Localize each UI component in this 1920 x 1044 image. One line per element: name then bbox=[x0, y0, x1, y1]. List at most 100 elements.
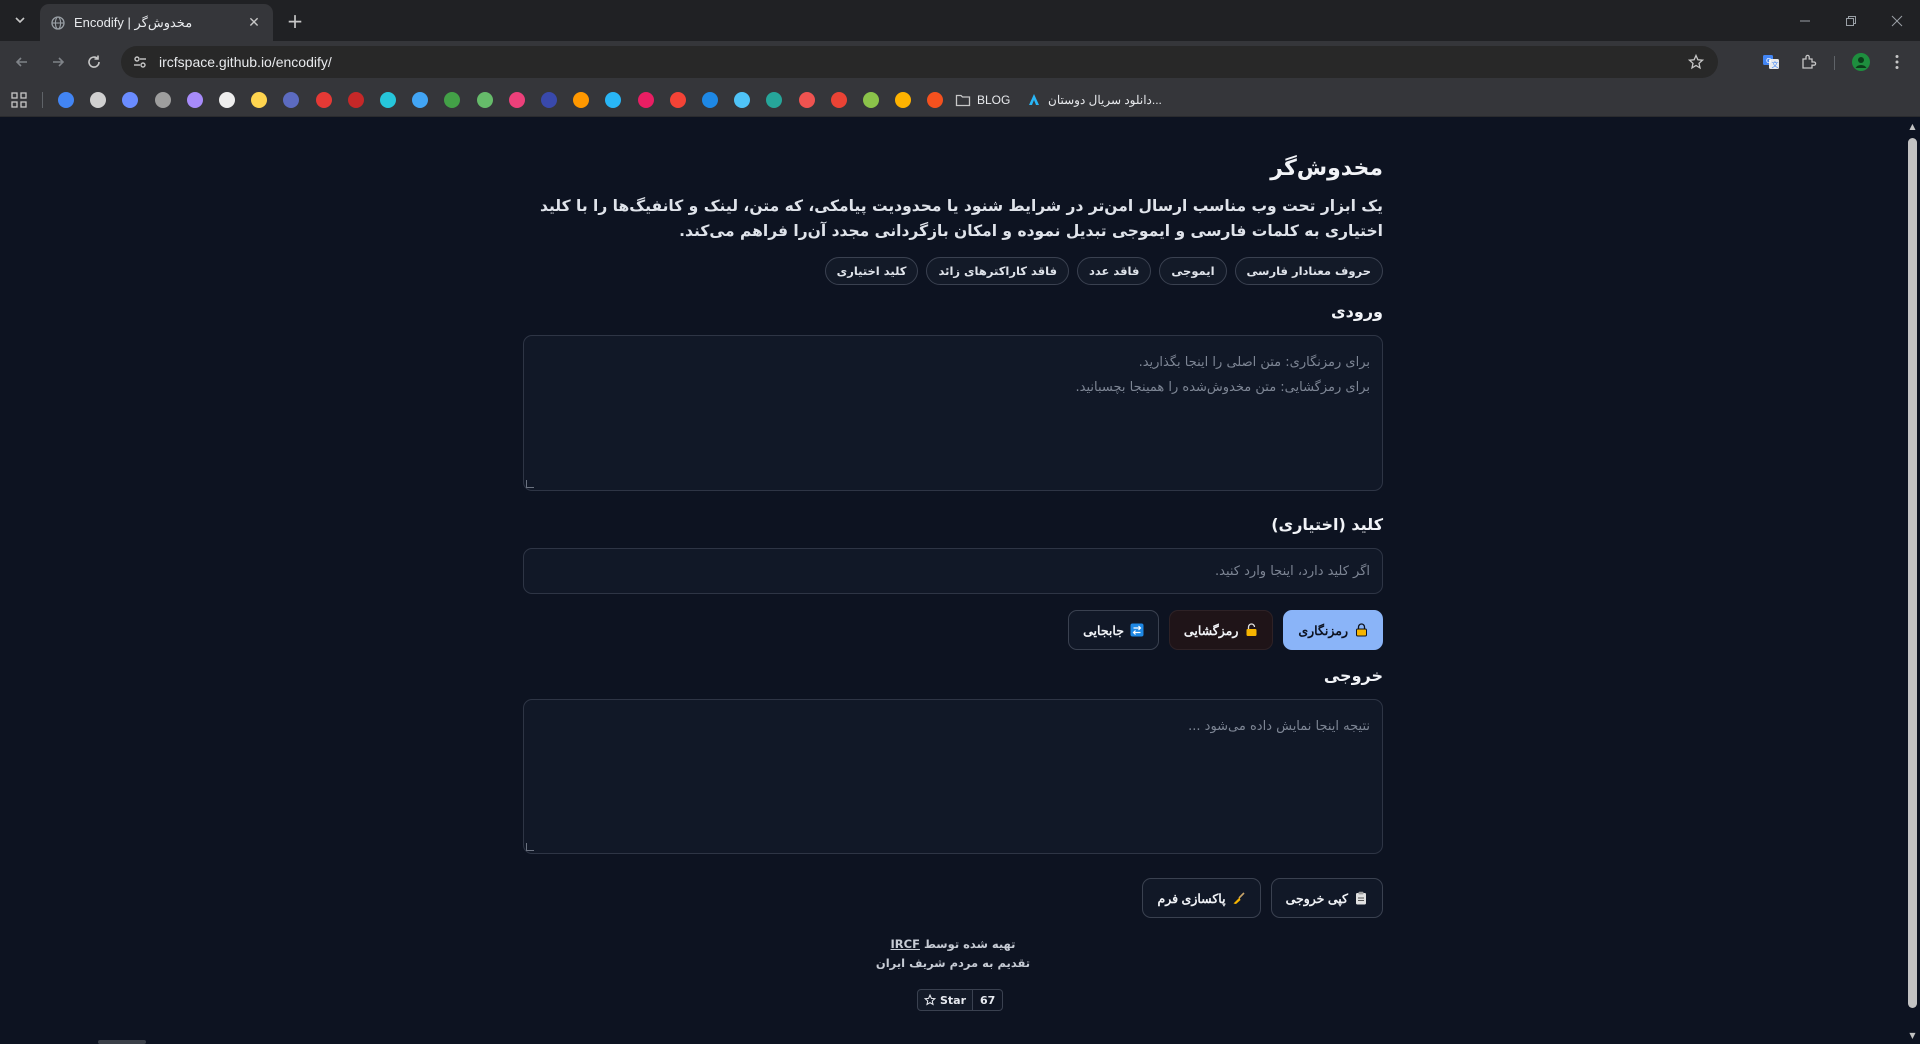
chip-no-extra-chars: فاقد کاراکترهای زائد bbox=[926, 257, 1069, 285]
footer-made-by: تهیه شده توسط bbox=[923, 937, 1016, 951]
github-star-button[interactable]: Star 67 bbox=[917, 989, 1004, 1011]
copy-output-button[interactable]: کپی خروجی bbox=[1270, 878, 1383, 918]
bookmark-site-icon bbox=[1029, 94, 1039, 105]
scrollbar-thumb[interactable] bbox=[1908, 138, 1917, 1008]
clipboard-icon bbox=[1354, 891, 1368, 905]
bookmark-favicon-icon[interactable] bbox=[927, 92, 944, 108]
bookmark-favicon-icon[interactable] bbox=[637, 92, 654, 108]
apps-grid-icon[interactable] bbox=[10, 91, 28, 109]
back-arrow-icon[interactable] bbox=[8, 48, 36, 76]
chip-optional-key: کلید اختیاری bbox=[824, 257, 919, 285]
profile-avatar-icon[interactable] bbox=[1848, 49, 1874, 75]
bookmarks-separator bbox=[42, 92, 43, 108]
input-label: ورودی bbox=[1331, 302, 1383, 321]
bookmark-favicon-icon[interactable] bbox=[766, 92, 783, 108]
bookmark-favicon-icon[interactable] bbox=[734, 92, 751, 108]
horizontal-scrollbar-thumb[interactable] bbox=[98, 1040, 146, 1044]
output-label: خروجی bbox=[1323, 666, 1383, 685]
bookmark-favicon-icon[interactable] bbox=[219, 92, 235, 108]
page-description: یک ابزار تحت وب مناسب ارسال امن‌تر در شر… bbox=[540, 197, 1383, 240]
input-placeholder-line-1: برای رمزنگاری: متن اصلی را اینجا بگذارید… bbox=[1138, 355, 1370, 370]
input-textarea[interactable]: برای رمزنگاری: متن اصلی را اینجا بگذارید… bbox=[523, 335, 1383, 491]
bookmark-link-series[interactable]: دانلود سریال دوستان... bbox=[1026, 90, 1162, 110]
github-star-count[interactable]: 67 bbox=[973, 989, 1004, 1011]
decrypt-label: رمزگشایی bbox=[1183, 623, 1239, 638]
bookmark-folder-blog[interactable]: BLOG bbox=[955, 90, 1010, 110]
footer-author-link[interactable]: IRCF bbox=[891, 937, 920, 951]
globe-icon bbox=[50, 15, 66, 31]
scroll-up-arrow-icon[interactable]: ▲ bbox=[1908, 122, 1917, 131]
bookmark-favicon-icon[interactable] bbox=[251, 92, 268, 108]
swap-arrows-icon bbox=[1130, 623, 1144, 637]
bookmark-link-label: دانلود سریال دوستان... bbox=[1048, 93, 1162, 107]
google-translate-icon[interactable]: G文 bbox=[1758, 49, 1784, 75]
chip-persian-letters: حروف معنادار فارسی bbox=[1234, 257, 1383, 285]
url-text: ircfspace.github.io/encodify/ bbox=[159, 54, 332, 70]
bookmark-favicon-icon[interactable] bbox=[702, 92, 718, 108]
bookmark-favicon-icon[interactable] bbox=[58, 92, 74, 108]
swap-button[interactable]: جابجایی bbox=[1068, 610, 1159, 650]
tab-search-chevron-icon[interactable] bbox=[8, 8, 32, 32]
bookmark-favicon-icon[interactable] bbox=[830, 92, 847, 108]
close-window-icon[interactable] bbox=[1874, 0, 1920, 41]
extensions-puzzle-icon[interactable] bbox=[1796, 49, 1822, 75]
bookmark-favicon-icon[interactable] bbox=[573, 92, 590, 108]
bookmark-favicon-icon[interactable] bbox=[412, 92, 429, 108]
bookmark-favicon-icon[interactable] bbox=[541, 92, 557, 108]
clear-form-label: پاکسازی فرم bbox=[1157, 891, 1226, 906]
new-tab-plus-icon[interactable]: + bbox=[282, 8, 308, 34]
output-textarea[interactable]: نتیجه اینجا نمایش داده می‌شود ... bbox=[523, 699, 1383, 854]
github-star-left[interactable]: Star bbox=[917, 989, 974, 1011]
action-buttons: رمزنگاری رمزگشایی جابجایی bbox=[1068, 610, 1383, 650]
swap-label: جابجایی bbox=[1083, 623, 1124, 638]
bookmark-favicon-icon[interactable] bbox=[863, 92, 879, 108]
bookmark-favicon-icon[interactable] bbox=[186, 92, 203, 108]
feature-chips: حروف معنادار فارسی ایموجی فاقد عدد فاقد … bbox=[824, 257, 1383, 285]
decrypt-button[interactable]: رمزگشایی bbox=[1168, 610, 1274, 650]
encrypt-button[interactable]: رمزنگاری bbox=[1283, 610, 1383, 650]
forward-arrow-icon[interactable] bbox=[44, 48, 72, 76]
resize-grip-icon[interactable] bbox=[526, 843, 534, 851]
output-action-buttons: کپی خروجی پاکسازی فرم bbox=[1142, 878, 1383, 918]
bookmark-favicon-icon[interactable] bbox=[476, 92, 493, 108]
reload-icon[interactable] bbox=[80, 48, 108, 76]
bookmark-favicon-icon[interactable] bbox=[283, 92, 300, 108]
tab-bar: Encodify | مخدوش‌گر ✕ + bbox=[0, 0, 1920, 41]
bookmark-favicon-icon[interactable] bbox=[154, 92, 171, 108]
scroll-down-arrow-icon[interactable]: ▼ bbox=[1908, 1031, 1917, 1040]
output-placeholder: نتیجه اینجا نمایش داده می‌شود ... bbox=[1188, 719, 1370, 734]
bookmark-favicon-icon[interactable] bbox=[122, 92, 139, 108]
toolbar-separator bbox=[1834, 56, 1835, 70]
bookmark-favicon-icon[interactable] bbox=[315, 92, 332, 108]
clear-form-button[interactable]: پاکسازی فرم bbox=[1142, 878, 1261, 918]
resize-grip-icon[interactable] bbox=[526, 480, 534, 488]
github-star-label: Star bbox=[940, 993, 967, 1007]
restore-icon[interactable] bbox=[1828, 0, 1874, 41]
bookmark-favicon-icon[interactable] bbox=[347, 92, 364, 108]
key-input[interactable]: اگر کلید دارد، اینجا وارد کنید. bbox=[523, 548, 1383, 594]
chip-no-digits: فاقد عدد bbox=[1076, 257, 1152, 285]
address-bar[interactable]: ircfspace.github.io/encodify/ bbox=[121, 46, 1718, 78]
browser-toolbar: ircfspace.github.io/encodify/ G文 bbox=[0, 41, 1920, 83]
bookmark-favicon-icon[interactable] bbox=[669, 92, 686, 108]
bookmark-favicon-icon[interactable] bbox=[895, 92, 912, 108]
bookmark-favicon-icon[interactable] bbox=[90, 92, 107, 108]
minimize-icon[interactable] bbox=[1782, 0, 1828, 41]
input-placeholder-line-2: برای رمزگشایی: متن مخدوش‌شده را همینجا ب… bbox=[1075, 380, 1370, 395]
browser-menu-icon[interactable] bbox=[1884, 49, 1910, 75]
page-footer: تهیه شده توسط IRCF تقدیم به مردم شریف ای… bbox=[523, 935, 1383, 973]
key-placeholder: اگر کلید دارد، اینجا وارد کنید. bbox=[1215, 563, 1370, 579]
svg-text:文: 文 bbox=[1772, 60, 1779, 69]
bookmark-favicon-icon[interactable] bbox=[380, 92, 396, 108]
bookmark-favicon-icon[interactable] bbox=[444, 92, 461, 108]
tab-title: Encodify | مخدوش‌گر bbox=[74, 14, 193, 30]
browser-tab-active[interactable]: Encodify | مخدوش‌گر ✕ bbox=[40, 4, 273, 41]
bookmark-favicon-icon[interactable] bbox=[605, 92, 622, 108]
close-tab-icon[interactable]: ✕ bbox=[245, 14, 263, 32]
lock-icon bbox=[1354, 623, 1368, 637]
bookmark-star-icon[interactable] bbox=[1682, 48, 1710, 76]
bookmark-favicon-icon[interactable] bbox=[508, 92, 525, 108]
bookmarks-bar: BLOG دانلود سریال دوستان... bbox=[0, 83, 1920, 117]
bookmark-favicon-icon[interactable] bbox=[798, 92, 815, 108]
site-info-tune-icon[interactable] bbox=[127, 49, 153, 75]
